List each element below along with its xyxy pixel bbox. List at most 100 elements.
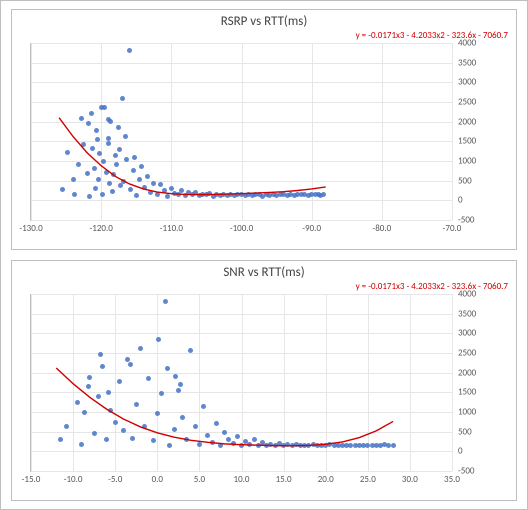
ytick-label: 1500: [458, 136, 476, 147]
data-point: [151, 438, 156, 443]
data-point: [96, 394, 101, 399]
xtick-label: -5.0: [108, 474, 122, 485]
ytick-label: 500: [458, 175, 472, 186]
ytick-label: 2000: [458, 116, 476, 127]
data-point: [117, 379, 122, 384]
data-point: [90, 146, 95, 151]
gridline-v: [382, 43, 383, 220]
xtick-label: 5.0: [194, 474, 205, 485]
data-point: [65, 150, 70, 155]
xtick-label: -110.0: [160, 223, 183, 234]
data-point: [138, 346, 143, 351]
data-point: [113, 420, 118, 425]
data-point: [201, 404, 206, 409]
chart-snr-rtt: SNR vs RTT(ms) y = -0.0171x3 - 4.2033x2 …: [11, 260, 517, 501]
data-point: [86, 384, 91, 389]
ytick-label: 0: [458, 195, 463, 206]
data-point: [106, 141, 111, 146]
data-point: [75, 400, 80, 405]
data-point: [197, 442, 202, 447]
plot-area: -50005001000150020002500300035004000-130…: [20, 37, 512, 245]
data-point: [167, 443, 172, 448]
data-point: [60, 187, 65, 192]
ytick-label: 2500: [458, 348, 476, 359]
data-point: [82, 410, 87, 415]
data-point: [391, 443, 396, 448]
data-point: [106, 390, 111, 395]
data-point: [87, 194, 92, 199]
data-point: [106, 117, 111, 122]
data-point: [321, 192, 326, 197]
data-point: [180, 415, 185, 420]
data-point: [113, 153, 118, 158]
data-point: [93, 186, 98, 191]
data-point: [165, 194, 170, 199]
gridline-h: [31, 471, 452, 472]
data-point: [101, 159, 106, 164]
data-point: [159, 391, 164, 396]
data-point: [100, 192, 105, 197]
data-point: [231, 441, 236, 446]
ytick-label: 3500: [458, 308, 476, 319]
ytick-label: 500: [458, 426, 472, 437]
data-point: [252, 437, 257, 442]
data-point: [148, 190, 153, 195]
data-point: [128, 187, 133, 192]
gridline-v: [115, 294, 116, 471]
data-point: [64, 424, 69, 429]
xtick-label: 0.0: [152, 474, 163, 485]
ytick-label: 2500: [458, 97, 476, 108]
gridline-v: [410, 294, 411, 471]
data-point: [247, 442, 252, 447]
data-point: [128, 362, 133, 367]
data-point: [85, 171, 90, 176]
ytick-label: 4000: [458, 289, 476, 300]
ytick-label: 3000: [458, 77, 476, 88]
data-point: [176, 388, 181, 393]
data-point: [125, 357, 130, 362]
data-point: [72, 192, 77, 197]
data-point: [81, 142, 86, 147]
gridline-h: [31, 220, 452, 221]
data-point: [222, 430, 227, 435]
data-point: [173, 374, 178, 379]
data-point: [134, 402, 139, 407]
data-point: [106, 136, 111, 141]
data-point: [156, 337, 161, 342]
gridline-v: [452, 294, 453, 471]
xtick-label: -70.0: [443, 223, 462, 234]
gridline-v: [31, 43, 32, 220]
data-point: [184, 437, 189, 442]
data-point: [235, 434, 240, 439]
xtick-label: -100.0: [230, 223, 253, 234]
data-point: [86, 121, 91, 126]
data-point: [110, 189, 115, 194]
xtick-label: -10.0: [64, 474, 83, 485]
data-point: [172, 427, 177, 432]
gridline-v: [452, 43, 453, 220]
data-point: [127, 48, 132, 53]
xtick-label: 10.0: [234, 474, 250, 485]
data-point: [107, 181, 112, 186]
data-point: [104, 437, 109, 442]
gridline-v: [157, 294, 158, 471]
chart-title: RSRP vs RTT(ms): [12, 10, 516, 29]
data-point: [146, 376, 151, 381]
data-point: [132, 155, 137, 160]
data-point: [142, 185, 147, 190]
ytick-label: 1000: [458, 156, 476, 167]
data-point: [124, 157, 129, 162]
data-point: [95, 137, 100, 142]
data-point: [130, 436, 135, 441]
data-point: [116, 125, 121, 130]
data-point: [155, 192, 160, 197]
chart-title: SNR vs RTT(ms): [12, 261, 516, 280]
data-point: [214, 421, 219, 426]
xtick-label: -130.0: [19, 223, 42, 234]
data-point: [58, 437, 63, 442]
data-point: [151, 181, 156, 186]
data-point: [210, 440, 215, 445]
plot-inner: -50005001000150020002500300035004000-130…: [30, 43, 452, 221]
ytick-label: 3000: [458, 328, 476, 339]
data-point: [131, 168, 136, 173]
